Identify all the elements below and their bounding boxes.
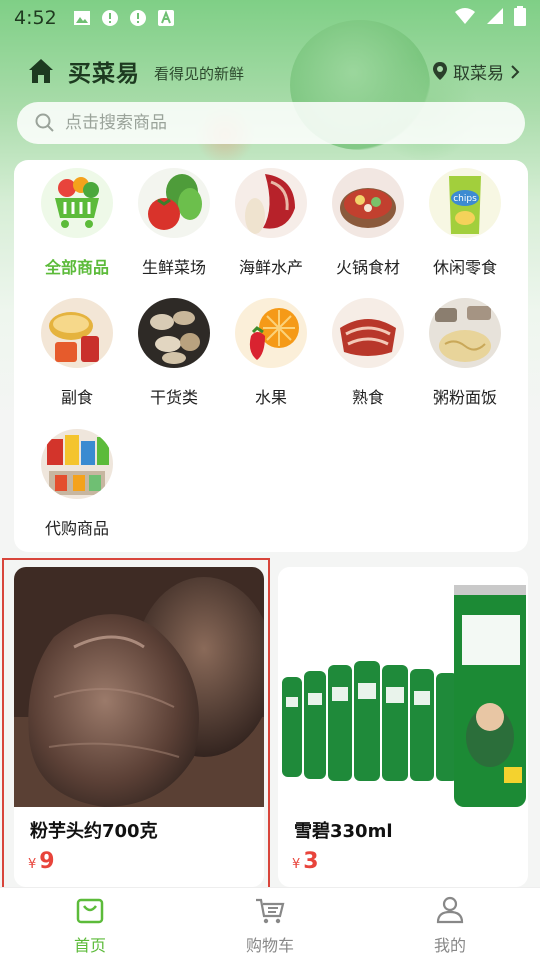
category-item-hotpot[interactable]: 火锅食材 <box>320 160 416 278</box>
price-value: 9 <box>39 849 55 874</box>
category-label: 代购商品 <box>44 519 109 538</box>
category-label: 干货类 <box>149 388 198 407</box>
category-item-all[interactable]: 全部商品 <box>29 160 125 278</box>
product-name: 粉芋头约700克 <box>30 821 158 842</box>
hotpot-icon <box>332 168 404 238</box>
fruit-icon <box>235 298 307 368</box>
signal-icon <box>486 7 504 29</box>
nav-label: 首页 <box>73 936 106 955</box>
status-time: 4:52 <box>14 7 57 29</box>
category-item-snacks[interactable]: chips 休闲零食 <box>417 160 513 278</box>
nav-label: 购物车 <box>245 936 294 955</box>
category-label: 休闲零食 <box>432 258 497 277</box>
category-label: 火锅食材 <box>335 258 400 277</box>
product-image <box>278 567 528 807</box>
category-item-dried[interactable]: 干货类 <box>126 290 222 408</box>
category-label: 副食 <box>60 388 93 407</box>
pickup-location-button[interactable]: 取菜易 <box>431 59 520 84</box>
category-item-purchase-agent[interactable]: 代购商品 <box>29 421 125 539</box>
product-card-taro[interactable]: 粉芋头约700克 ¥ 9 <box>14 567 264 887</box>
cart-icon <box>256 898 285 924</box>
category-label: 熟食 <box>351 388 384 407</box>
category-grid: 全部商品 生鲜菜场 海鲜水产 火锅食材 chips 休闲零食 副食 干货类 水果… <box>14 160 528 552</box>
nav-profile[interactable]: 我的 <box>360 888 540 960</box>
category-label: 海鲜水产 <box>238 258 303 277</box>
category-item-cooked[interactable]: 熟食 <box>320 290 416 408</box>
seafood-icon <box>235 168 307 238</box>
dried-goods-icon <box>138 298 210 368</box>
image-notification-icon <box>73 9 91 27</box>
nav-cart[interactable]: 购物车 <box>180 888 360 960</box>
app-title: 买菜易 <box>68 61 140 87</box>
purchase-agent-icon <box>41 429 113 499</box>
home-icon[interactable] <box>26 56 56 86</box>
alert-notification-icon <box>129 9 147 27</box>
product-price: ¥ 3 <box>292 849 319 874</box>
product-price: ¥ 9 <box>28 849 55 874</box>
currency-symbol: ¥ <box>292 857 301 872</box>
product-name: 雪碧330ml <box>294 821 393 842</box>
home-bag-icon <box>76 898 104 924</box>
product-card-sprite[interactable]: 雪碧330ml ¥ 3 <box>278 567 528 887</box>
currency-symbol: ¥ <box>28 857 37 872</box>
nav-label: 我的 <box>433 936 466 955</box>
category-item-condiments[interactable]: 副食 <box>29 290 125 408</box>
category-label: 水果 <box>254 388 287 407</box>
fresh-vegetables-icon <box>138 168 210 238</box>
cooked-meat-icon <box>332 298 404 368</box>
wifi-icon <box>454 7 476 29</box>
search-icon <box>35 113 54 132</box>
category-item-fresh[interactable]: 生鲜菜场 <box>126 160 222 278</box>
app-slogan: 看得见的新鲜 <box>154 64 245 83</box>
battery-icon <box>514 6 526 30</box>
category-item-seafood[interactable]: 海鲜水产 <box>223 160 319 278</box>
alert-notification-icon <box>101 9 119 27</box>
svg-text:chips: chips <box>453 194 477 204</box>
category-item-noodles[interactable]: 粥粉面饭 <box>417 290 513 408</box>
price-value: 3 <box>303 849 319 874</box>
category-label: 全部商品 <box>44 258 109 277</box>
shopping-cart-veg-icon <box>41 168 113 238</box>
location-pin-icon <box>431 61 449 81</box>
noodles-icon <box>429 298 501 368</box>
profile-icon <box>436 896 464 924</box>
status-bar: 4:52 <box>0 0 540 36</box>
category-label: 粥粉面饭 <box>432 388 497 407</box>
pickup-label: 取菜易 <box>453 63 504 84</box>
bottom-navigation: 首页 购物车 我的 <box>0 887 540 960</box>
app-header: 买菜易 看得见的新鲜 取菜易 <box>26 54 520 88</box>
condiments-icon <box>41 298 113 368</box>
category-item-fruit[interactable]: 水果 <box>223 290 319 408</box>
search-bar[interactable] <box>17 102 525 144</box>
chips-icon: chips <box>429 168 501 238</box>
product-image <box>14 567 264 807</box>
chevron-right-icon <box>510 64 520 79</box>
search-input[interactable] <box>65 113 485 133</box>
nav-home[interactable]: 首页 <box>0 888 180 960</box>
app-notification-icon <box>157 9 175 27</box>
category-label: 生鲜菜场 <box>141 258 206 277</box>
